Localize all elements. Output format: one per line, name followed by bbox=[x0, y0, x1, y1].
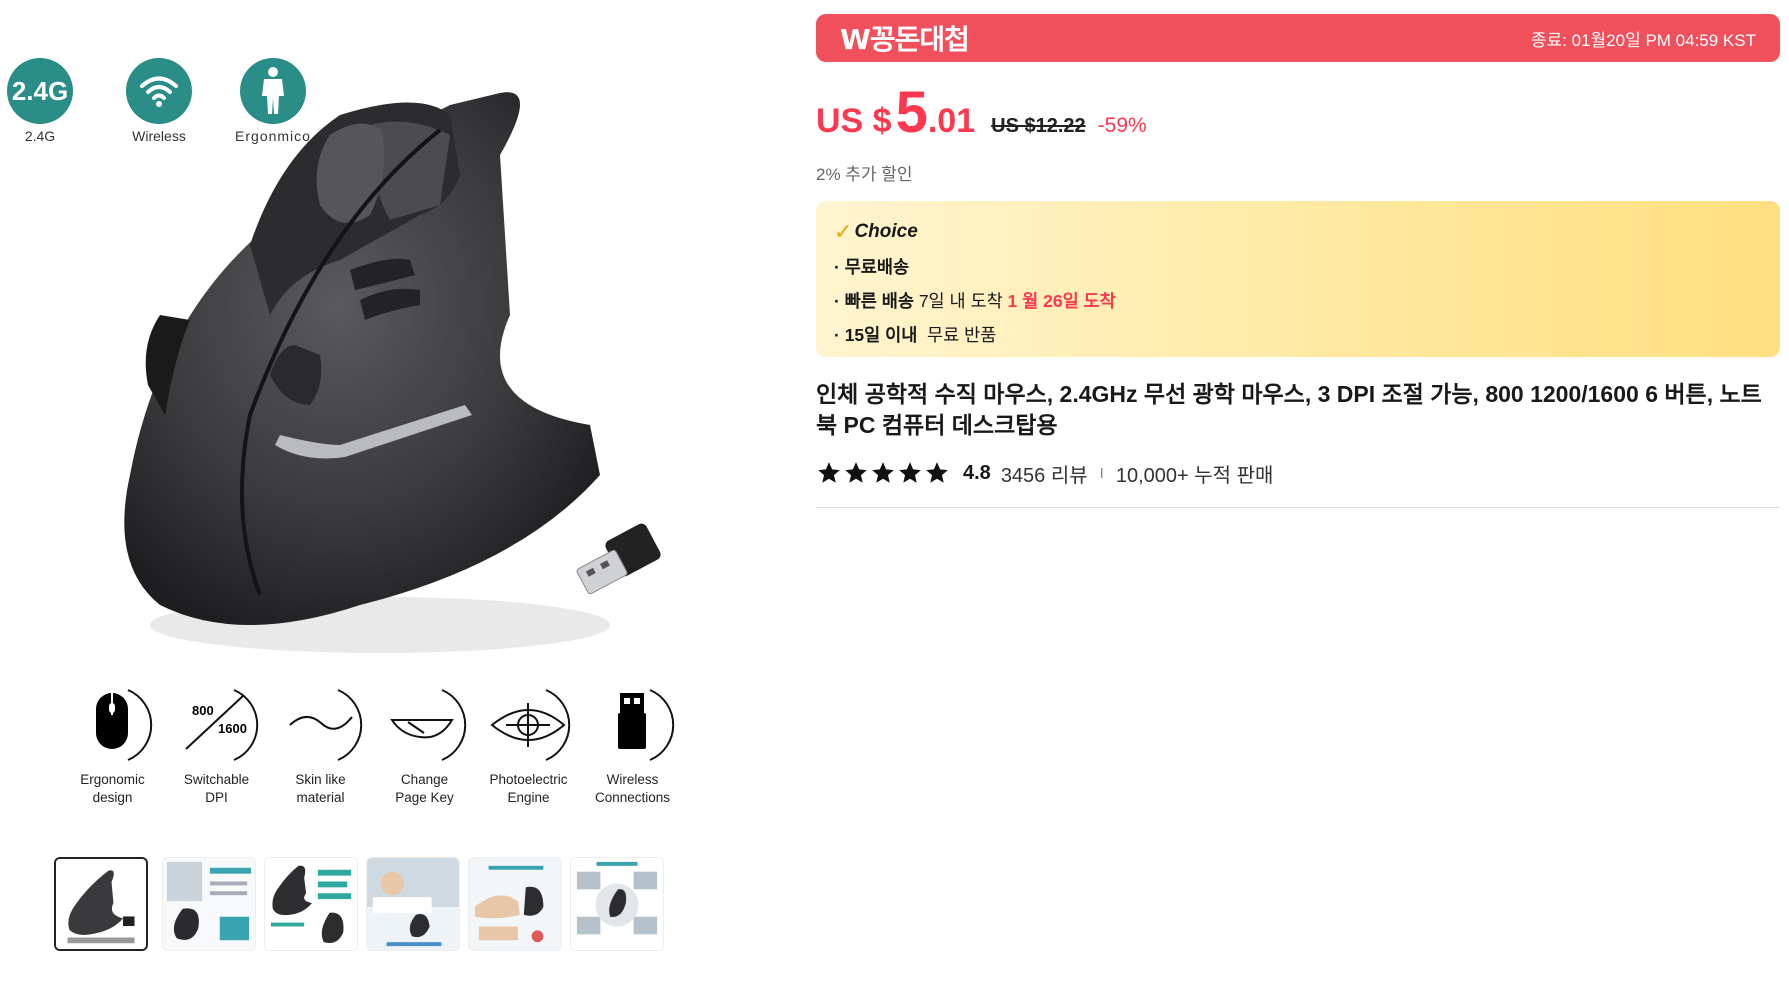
2.4g-badge-icon: 2.4G bbox=[7, 58, 73, 124]
product-info: W꽁돈대첩 종료: 01월20일 PM 04:59 KST US $ 5 .01… bbox=[816, 14, 1780, 508]
feature-photoelectric: Photoelectric Engine bbox=[476, 685, 581, 807]
free-shipping-label: · 무료배송 bbox=[834, 257, 910, 277]
original-price: US $12.22 bbox=[991, 115, 1086, 137]
thumbnail-1[interactable] bbox=[54, 857, 148, 951]
page-key-icon bbox=[380, 685, 470, 765]
free-shipping-line: · 무료배송 bbox=[834, 254, 1762, 279]
feature-ergonomic: Ergonomic design bbox=[60, 685, 165, 807]
product-gallery: 2.4G 2.4G Wireless Ergonmico Ergonomic d… bbox=[0, 0, 700, 982]
free-return-line: · 15일 이내 무료 반품 bbox=[834, 322, 1762, 347]
divider bbox=[816, 507, 1780, 508]
choice-label: Choice bbox=[854, 221, 918, 242]
price-currency: US $ bbox=[816, 102, 892, 140]
star-icon bbox=[872, 462, 894, 483]
feature-label: Wireless Connections bbox=[594, 772, 671, 805]
fast-delivery-text: 7일 내 도착 bbox=[913, 291, 1008, 311]
promo-banner[interactable]: W꽁돈대첩 종료: 01월20일 PM 04:59 KST bbox=[816, 14, 1780, 62]
fast-delivery-line: · 빠른 배송 7일 내 도착 1 월 26일 도착 bbox=[834, 288, 1762, 313]
feature-icons-row: Ergonomic design 800 1600 Switchable DPI bbox=[60, 685, 700, 815]
feature-label: Ergonomic design bbox=[80, 772, 145, 805]
free-return-label: · 15일 이내 bbox=[834, 325, 918, 345]
thumbnail-2[interactable] bbox=[162, 857, 256, 951]
dpi-low-label: 800 bbox=[192, 703, 214, 718]
rating-row: 4.8 3456 리뷰 I 10,000+ 누적 판매 bbox=[816, 457, 1780, 489]
price-decimal: .01 bbox=[927, 102, 976, 140]
dpi-high-label: 1600 bbox=[218, 721, 247, 736]
wave-icon bbox=[276, 685, 366, 765]
sold-count: 10,000+ 누적 판매 bbox=[1115, 464, 1274, 487]
choice-header: ✓ Choice bbox=[834, 219, 1762, 245]
feature-page-key: Change Page Key bbox=[372, 685, 477, 807]
discount-percent: -59% bbox=[1097, 114, 1147, 137]
thumbnail-6[interactable] bbox=[570, 857, 664, 951]
extra-discount: 2% 추가 할인 bbox=[816, 165, 913, 184]
feature-label: Change Page Key bbox=[395, 772, 454, 805]
rating-stars[interactable] bbox=[816, 460, 951, 486]
badge-2.4g: 2.4G 2.4G bbox=[0, 58, 95, 144]
price-integer: 5 bbox=[895, 80, 928, 145]
eye-target-icon bbox=[484, 685, 574, 765]
promo-title: W꽁돈대첩 bbox=[840, 23, 970, 56]
feature-dpi: 800 1600 Switchable DPI bbox=[164, 685, 269, 807]
star-icon bbox=[818, 462, 840, 483]
free-return-text: 무료 반품 bbox=[917, 325, 997, 345]
star-icon bbox=[845, 462, 867, 483]
review-count[interactable]: 3456 리뷰 bbox=[1001, 459, 1088, 488]
usb-icon bbox=[588, 685, 678, 765]
feature-label: Skin like material bbox=[295, 772, 346, 805]
mouse-icon bbox=[68, 685, 158, 765]
star-icon bbox=[926, 462, 948, 483]
feature-wireless: Wireless Connections bbox=[580, 685, 685, 807]
dpi-icon: 800 1600 bbox=[172, 685, 262, 765]
badge-caption: 2.4G bbox=[24, 128, 56, 144]
star-icon bbox=[899, 462, 921, 483]
separator: I bbox=[1099, 464, 1104, 482]
check-icon: ✓ bbox=[834, 219, 853, 244]
thumbnail-strip bbox=[54, 857, 694, 953]
product-title: 인체 공학적 수직 마우스, 2.4GHz 무선 광학 마우스, 3 DPI 조… bbox=[816, 381, 1762, 438]
feature-label: Switchable DPI bbox=[183, 772, 250, 805]
rating-value: 4.8 bbox=[963, 461, 991, 484]
fast-delivery-label: · 빠른 배송 bbox=[834, 291, 914, 311]
thumbnail-5[interactable] bbox=[468, 857, 562, 951]
thumbnail-4[interactable] bbox=[366, 857, 460, 951]
promo-end-time: 종료: 01월20일 PM 04:59 KST bbox=[1530, 30, 1756, 50]
usb-dongle-image bbox=[570, 520, 680, 610]
fast-delivery-date: 1 월 26일 도착 bbox=[1007, 291, 1116, 311]
thumbnail-3[interactable] bbox=[264, 857, 358, 951]
feature-skin: Skin like material bbox=[268, 685, 373, 807]
choice-box: ✓ Choice · 무료배송 · 빠른 배송 7일 내 도착 1 월 26일 … bbox=[816, 201, 1780, 357]
feature-label: Photoelectric Engine bbox=[489, 772, 568, 805]
price-row: US $ 5 .01 US $12.22 -59% bbox=[816, 84, 1780, 144]
